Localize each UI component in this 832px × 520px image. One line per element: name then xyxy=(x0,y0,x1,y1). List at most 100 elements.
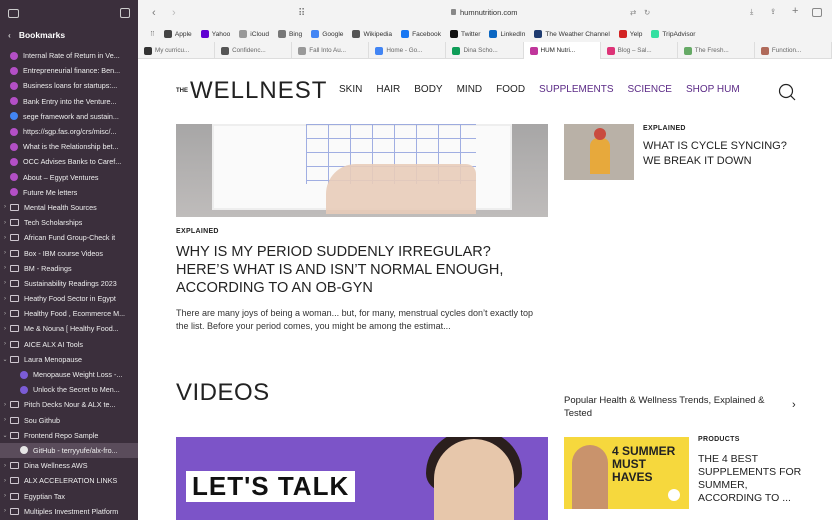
favorites-grid-icon[interactable]: ⠿ xyxy=(150,30,155,38)
favorite-link[interactable]: Bing xyxy=(278,30,302,38)
chevron-right-icon[interactable]: › xyxy=(0,402,10,408)
nav-link-mind[interactable]: MIND xyxy=(457,84,483,95)
reload-icon[interactable]: ↻ xyxy=(644,8,650,17)
favorite-link[interactable]: The Weather Channel xyxy=(534,30,610,38)
nav-link-science[interactable]: SCIENCE xyxy=(628,84,672,95)
favorite-link[interactable]: Wikipedia xyxy=(352,30,392,38)
sidebar-bookmark-item[interactable]: › Tech Scholarships xyxy=(0,215,138,230)
main-article-title[interactable]: WHY IS MY PERIOD SUDDENLY IRREGULAR? HER… xyxy=(176,243,546,297)
sidebar-bookmark-item[interactable]: › Sustainability Readings 2023 xyxy=(0,276,138,291)
browser-tab[interactable]: My curricu... xyxy=(138,42,216,59)
sidebar-bookmark-item[interactable]: https://sgp.fas.org/crs/misc/... xyxy=(0,124,138,139)
chevron-right-icon[interactable]: › xyxy=(0,417,10,423)
favorite-link[interactable]: Apple xyxy=(163,30,192,38)
chevron-right-icon[interactable]: › xyxy=(0,326,10,332)
chevron-right-icon[interactable]: › xyxy=(0,493,10,499)
sidebar-bookmark-item[interactable]: Internal Rate of Return in Ve... xyxy=(0,48,138,63)
chevron-right-icon[interactable]: › xyxy=(0,235,10,241)
browser-tab[interactable]: HUM Nutri... xyxy=(523,42,601,59)
chevron-right-icon[interactable]: › xyxy=(792,399,796,411)
side-article-title[interactable]: WHAT IS CYCLE SYNCING? WE BREAK IT DOWN xyxy=(643,139,803,168)
sidebar-bookmark-item[interactable]: GitHub - terryyufe/alx-fro... xyxy=(0,442,138,459)
nav-link-skin[interactable]: SKIN xyxy=(339,84,362,95)
browser-tab[interactable]: Dina Scho... xyxy=(446,42,524,59)
side-article-image[interactable] xyxy=(564,124,634,180)
tabs-overview-icon[interactable] xyxy=(812,8,822,17)
chevron-right-icon[interactable]: › xyxy=(0,250,10,256)
sidebar-bookmark-item[interactable]: › Heathy Food Sector in Egypt xyxy=(0,291,138,306)
search-icon[interactable] xyxy=(778,83,796,101)
products-thumbnail[interactable]: 4 SUMMER MUST HAVES xyxy=(564,437,689,509)
popular-trends-link[interactable]: Popular Health & Wellness Trends, Explai… xyxy=(564,394,794,420)
chevron-down-icon[interactable]: ⌄ xyxy=(0,432,10,439)
chevron-right-icon[interactable]: › xyxy=(0,311,10,317)
download-icon[interactable]: ⤓ xyxy=(750,7,753,17)
sidebar-bookmark-item[interactable]: › AICE ALX AI Tools xyxy=(0,337,138,352)
new-tab-icon[interactable]: + xyxy=(792,5,798,17)
nav-link-shop-hum[interactable]: SHOP HUM xyxy=(686,84,740,95)
nav-link-supplements[interactable]: SUPPLEMENTS xyxy=(539,84,613,95)
chevron-down-icon[interactable]: ⌄ xyxy=(0,356,10,363)
play-icon[interactable] xyxy=(668,489,680,501)
favorite-link[interactable]: iCloud xyxy=(239,30,269,38)
products-article-title[interactable]: THE 4 BEST SUPPLEMENTS FOR SUMMER, ACCOR… xyxy=(698,453,808,505)
translate-icon[interactable]: ⇄ xyxy=(630,8,636,17)
sidebar-bookmark-item[interactable]: › Box - IBM course Videos xyxy=(0,245,138,260)
back-chevron-icon[interactable]: ‹ xyxy=(8,30,11,40)
favorite-link[interactable]: Yelp xyxy=(618,30,642,38)
sidebar-bookmark-item[interactable]: › Multiples Investment Platform xyxy=(0,504,138,519)
favorite-link[interactable]: Twitter xyxy=(450,30,480,38)
favorite-link[interactable]: LinkedIn xyxy=(489,30,525,38)
favorite-link[interactable]: Google xyxy=(311,30,343,38)
browser-tab[interactable]: Home - Go... xyxy=(369,42,447,59)
chevron-right-icon[interactable]: › xyxy=(0,204,10,210)
forward-arrow-icon[interactable]: › xyxy=(172,7,176,19)
sidebar-bookmark-item[interactable]: Unlock the Secret to Men... xyxy=(0,382,138,397)
nav-link-body[interactable]: BODY xyxy=(414,84,442,95)
sidebar-bookmark-item[interactable]: › African Fund Group-Check it xyxy=(0,230,138,245)
browser-tab[interactable]: Blog – Sal... xyxy=(601,42,678,59)
nav-link-hair[interactable]: HAIR xyxy=(376,84,400,95)
sidebar-bookmark-item[interactable]: Menopause Weight Loss -... xyxy=(0,367,138,382)
sidebar-bookmark-item[interactable]: › ALX ACCELERATION LINKS xyxy=(0,473,138,488)
chevron-right-icon[interactable]: › xyxy=(0,463,10,469)
tab-overview-icon[interactable] xyxy=(120,8,130,18)
favorite-link[interactable]: TripAdvisor xyxy=(651,30,695,38)
favorite-link[interactable]: Facebook xyxy=(401,30,441,38)
favorite-link[interactable]: Yahoo xyxy=(200,30,230,38)
sidebar-toggle-icon[interactable] xyxy=(8,8,19,18)
chevron-right-icon[interactable]: › xyxy=(0,341,10,347)
sidebar-bookmark-item[interactable]: ⌄ Frontend Repo Sample xyxy=(0,428,138,443)
side-article-kicker[interactable]: EXPLAINED xyxy=(643,125,686,132)
chevron-right-icon[interactable]: › xyxy=(0,478,10,484)
sidebar-bookmark-item[interactable]: Bank Entry into the Venture... xyxy=(0,94,138,109)
browser-tab[interactable]: Function... xyxy=(755,42,832,59)
browser-tab[interactable]: Confidenc... xyxy=(215,42,293,59)
back-arrow-icon[interactable]: ‹ xyxy=(152,7,156,19)
browser-tab[interactable]: The Fresh... xyxy=(678,42,755,59)
main-article-kicker[interactable]: EXPLAINED xyxy=(176,228,219,235)
sidebar-bookmark-item[interactable]: › Dina Wellness AWS xyxy=(0,458,138,473)
products-kicker[interactable]: PRODUCTS xyxy=(698,436,740,443)
sidebar-bookmark-item[interactable]: About – Egypt Ventures xyxy=(0,170,138,185)
sidebar-bookmark-item[interactable]: › Sou Github xyxy=(0,413,138,428)
video-thumbnail[interactable]: LET'S TALK xyxy=(176,437,548,520)
sidebar-bookmark-item[interactable]: Business loans for startups:... xyxy=(0,78,138,93)
chevron-right-icon[interactable]: › xyxy=(0,220,10,226)
chevron-right-icon[interactable]: › xyxy=(0,296,10,302)
chevron-right-icon[interactable]: › xyxy=(0,508,10,514)
tab-grid-icon[interactable]: ⠿ xyxy=(298,8,305,19)
sidebar-bookmark-item[interactable]: Entrepreneurial finance: Ben... xyxy=(0,63,138,78)
browser-tab[interactable]: Fall Into Au... xyxy=(292,42,370,59)
main-article-image[interactable] xyxy=(176,124,548,217)
sidebar-bookmark-item[interactable]: › Mental Health Sources xyxy=(0,200,138,215)
chevron-right-icon[interactable]: › xyxy=(0,280,10,286)
site-logo[interactable]: THE WELLNEST xyxy=(176,77,327,105)
address-bar[interactable]: humnutrition.com xyxy=(460,8,518,17)
sidebar-bookmark-item[interactable]: › Egyptian Tax xyxy=(0,488,138,503)
nav-link-food[interactable]: FOOD xyxy=(496,84,525,95)
share-icon[interactable]: ⇪ xyxy=(770,7,776,16)
sidebar-bookmark-item[interactable]: OCC Advises Banks to Caref... xyxy=(0,154,138,169)
sidebar-bookmark-item[interactable]: › BM - Readings xyxy=(0,261,138,276)
sidebar-bookmark-item[interactable]: › Me & Nouna [ Healthy Food... xyxy=(0,321,138,336)
